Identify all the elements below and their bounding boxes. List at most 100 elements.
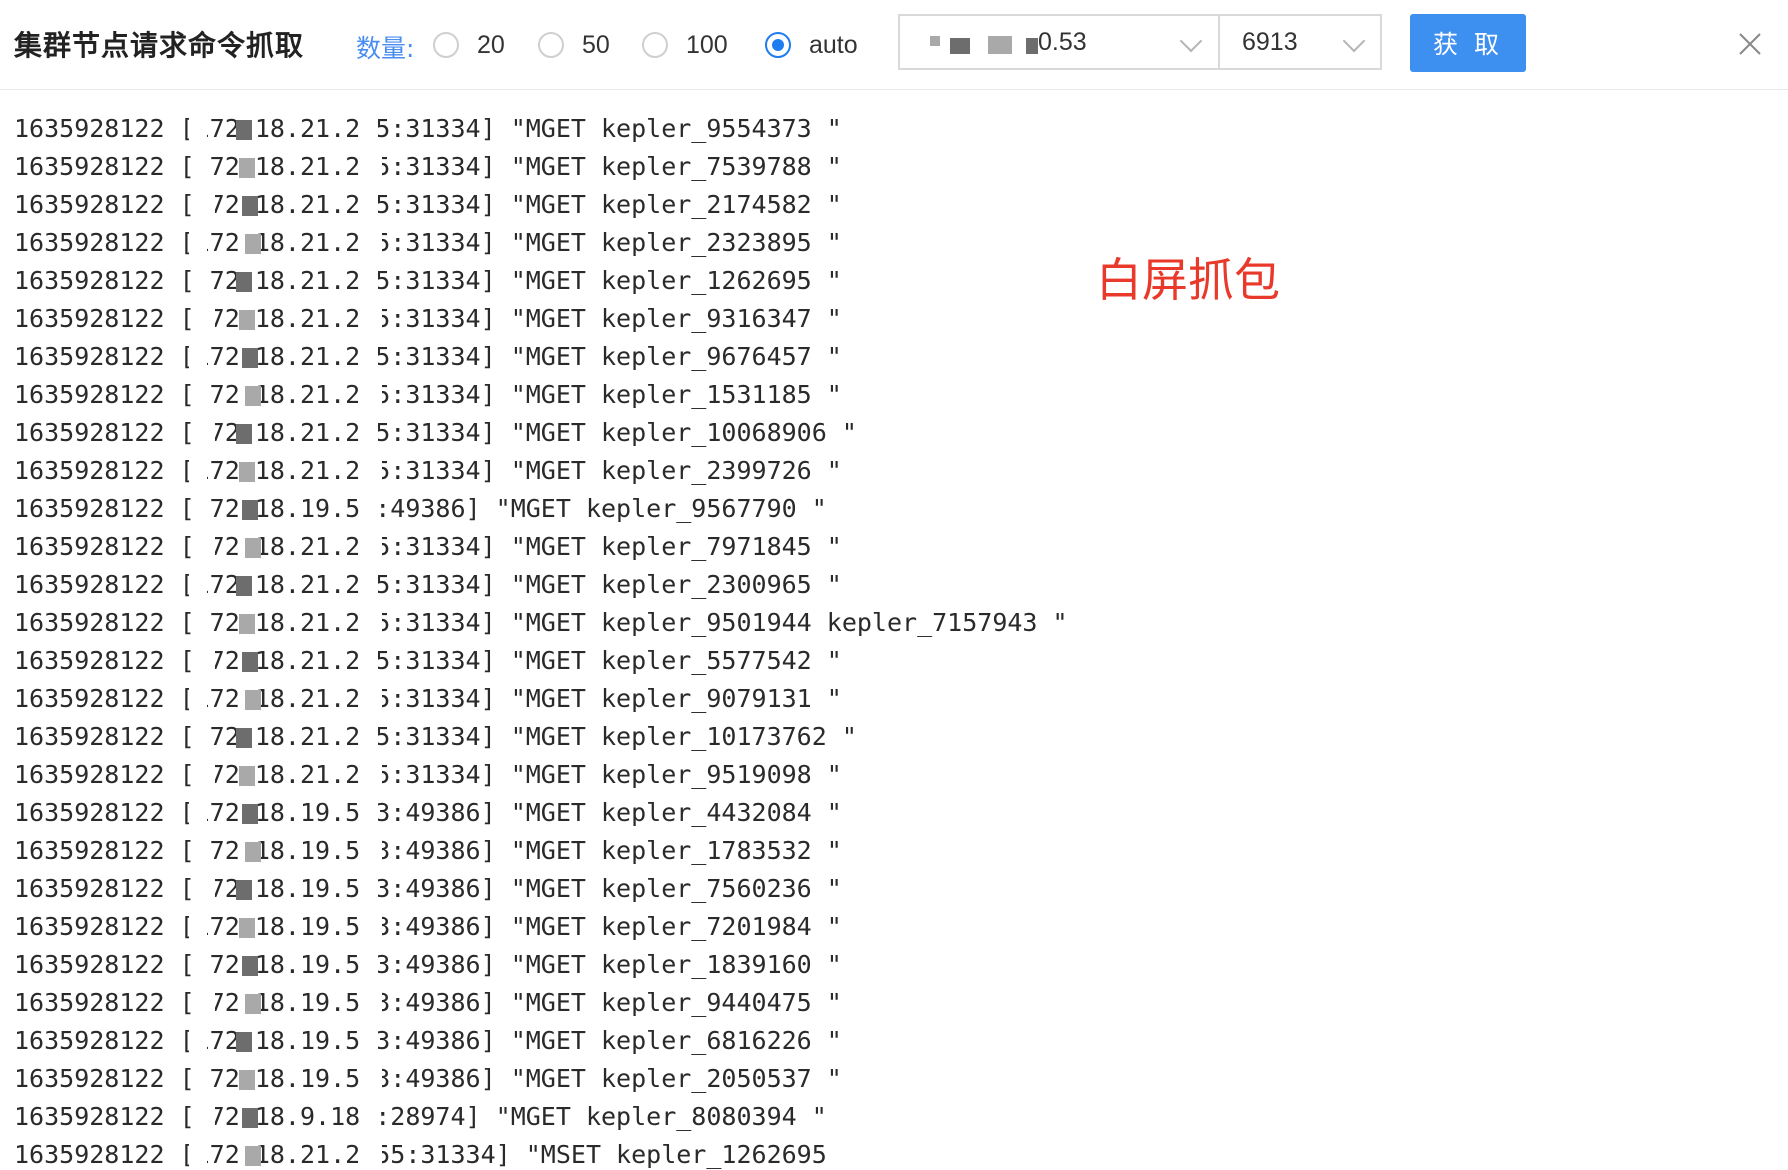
redaction-mark <box>239 310 255 330</box>
log-line: 1635928122 [172.18.21.2 5:31334] "MGET k… <box>14 760 842 789</box>
redaction-mask <box>370 1142 382 1168</box>
redaction-mark <box>239 918 255 938</box>
redaction-mark <box>1026 38 1038 54</box>
redaction-mark <box>239 1070 255 1090</box>
radio-label: 100 <box>686 30 728 59</box>
redaction-mask <box>197 1104 215 1130</box>
radio-checked-icon <box>765 32 791 58</box>
redaction-mask <box>189 1028 207 1054</box>
redaction-mask <box>366 648 378 674</box>
redaction-mark <box>236 576 252 596</box>
redaction-mask <box>189 230 207 256</box>
log-line: 1635928122 [172.18.21.2 5:31334] "MGET k… <box>14 684 842 713</box>
log-line: 1635928122 [172.18.19.5 3:49386] "MGET k… <box>14 988 842 1017</box>
fetch-button[interactable]: 获 取 <box>1410 14 1526 72</box>
redaction-mask <box>193 154 211 180</box>
redaction-mask <box>366 344 378 370</box>
redaction-mask <box>370 1066 382 1092</box>
log-line: 1635928122 [172.18.9.18 :28974] "MGET ke… <box>14 1102 827 1131</box>
log-line: 1635928122 [172.18.21.2 5:31334] "MGET k… <box>14 266 842 295</box>
log-line: 1635928122 [172.18.21.2 5:31334] "MGET k… <box>14 342 842 371</box>
redaction-mask <box>197 192 215 218</box>
redaction-mask <box>370 154 382 180</box>
log-line: 1635928122 [172.18.21.2 5:31334] "MGET k… <box>14 114 842 143</box>
redaction-mark <box>242 1108 258 1128</box>
log-line: 1635928122 [172.18.19.5 3:49386] "MGET k… <box>14 836 842 865</box>
redaction-mask <box>193 382 211 408</box>
redaction-mark <box>245 994 261 1014</box>
port-select[interactable]: 6913 <box>1218 14 1382 70</box>
redaction-mask <box>370 914 382 940</box>
log-line: 1635928122 [172.18.19.5 3:49386] "MGET k… <box>14 1026 842 1055</box>
redaction-mark <box>242 500 258 520</box>
log-line: 1635928122 [172.18.19.5 3:49386] "MGET k… <box>14 874 842 903</box>
redaction-mark <box>988 36 1012 54</box>
log-line: 1635928122 [172.18.21.2 5:31334] "MGET k… <box>14 532 842 561</box>
redaction-mask <box>189 800 207 826</box>
radio-label: 20 <box>477 30 505 59</box>
radio-50[interactable]: 50 <box>538 26 610 64</box>
log-line: 1635928122 [172.18.21.2 5:31334] "MGET k… <box>14 190 842 219</box>
redaction-mask <box>197 306 215 332</box>
redaction-mask <box>370 306 382 332</box>
redaction-mask <box>370 762 382 788</box>
redaction-mark <box>239 766 255 786</box>
redaction-mask <box>370 838 382 864</box>
log-line: 1635928122 [172.18.21.2 5:31334] "MGET k… <box>14 646 842 675</box>
host-select[interactable]: 0.53 <box>898 14 1220 70</box>
log-line: 1635928122 [172.18.21.2 5:31334] "MGET k… <box>14 418 857 447</box>
radio-circle-icon <box>538 32 564 58</box>
log-line: 1635928122 [172.18.19.5 :49386] "MGET ke… <box>14 494 827 523</box>
redaction-mark <box>245 690 261 710</box>
redaction-mask <box>189 1142 207 1168</box>
radio-auto[interactable]: auto <box>765 26 858 64</box>
redaction-mask <box>370 610 382 636</box>
redaction-mask <box>366 1028 378 1054</box>
toolbar: 集群节点请求命令抓取 数量: 20 50 100 auto 0.53 6913 … <box>0 0 1788 90</box>
redaction-mask <box>193 724 211 750</box>
log-line: 1635928122 [172.18.21.2 5:31334] "MGET k… <box>14 228 842 257</box>
redaction-mask <box>366 876 378 902</box>
redaction-mark <box>245 538 261 558</box>
redaction-mask <box>370 382 382 408</box>
redaction-mask <box>189 914 207 940</box>
redaction-mark <box>236 1032 252 1052</box>
redaction-mask <box>366 420 378 446</box>
redaction-mark <box>242 196 258 216</box>
radio-100[interactable]: 100 <box>642 26 728 64</box>
redaction-mark <box>950 38 970 54</box>
redaction-mark <box>239 614 255 634</box>
redaction-mark <box>242 956 258 976</box>
redaction-mark <box>930 36 940 46</box>
redaction-mask <box>370 230 382 256</box>
radio-circle-icon <box>642 32 668 58</box>
redaction-mask <box>366 496 378 522</box>
redaction-mask <box>197 762 215 788</box>
redaction-mask <box>366 268 378 294</box>
redaction-mask <box>366 572 378 598</box>
port-select-value: 6913 <box>1242 28 1298 56</box>
redaction-mark <box>236 120 252 140</box>
log-line: 1635928122 [172.18.21.2 5:31334] "MGET k… <box>14 304 842 333</box>
redaction-mask <box>193 838 211 864</box>
redaction-mask <box>189 686 207 712</box>
redaction-mask <box>366 952 378 978</box>
log-line: 1635928122 [172.18.21.2 5:31334] "MGET k… <box>14 722 857 751</box>
log-line: 1635928122 [172.18.19.5 3:49386] "MGET k… <box>14 912 842 941</box>
close-icon[interactable] <box>1732 26 1768 62</box>
redaction-mask <box>370 686 382 712</box>
log-line: 1635928122 [172.18.19.5 3:49386] "MGET k… <box>14 798 842 827</box>
radio-20[interactable]: 20 <box>433 26 505 64</box>
redaction-mark <box>245 234 261 254</box>
log-line: 1635928122 [172.18.21.2 5:31334] "MGET k… <box>14 152 842 181</box>
annotation-text: 白屏抓包 <box>1096 253 1280 307</box>
redaction-mask <box>197 648 215 674</box>
redaction-mask <box>193 496 211 522</box>
page-title: 集群节点请求命令抓取 <box>14 29 305 62</box>
log-line: 1635928122 [172.18.19.5 3:49386] "MGET k… <box>14 1064 842 1093</box>
redaction-mark <box>236 272 252 292</box>
redaction-mark <box>239 158 255 178</box>
redaction-mask <box>366 800 378 826</box>
redaction-mask <box>197 990 215 1016</box>
redaction-mask <box>189 344 207 370</box>
